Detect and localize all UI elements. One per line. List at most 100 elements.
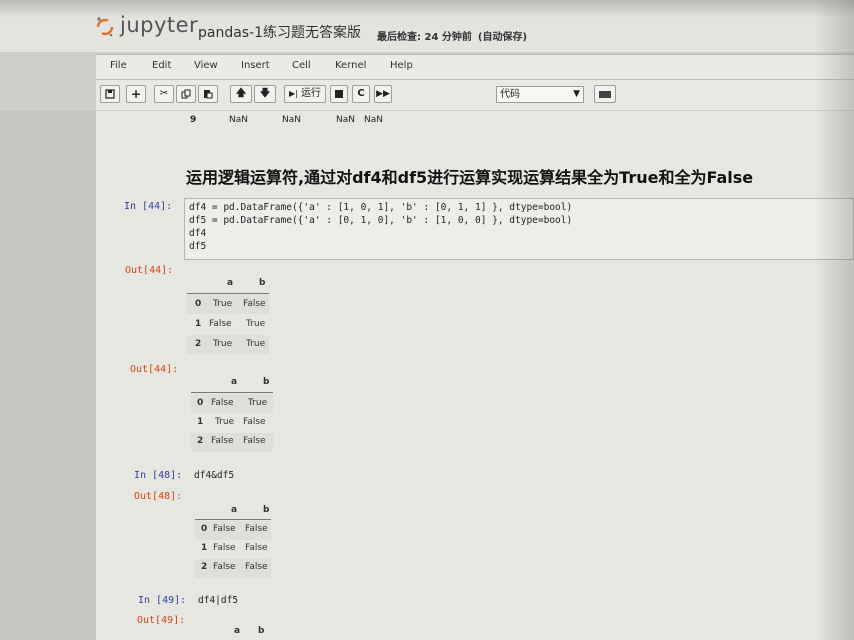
paste-button[interactable]	[198, 85, 218, 103]
toolbar: + ✂ 🡅 🡇 ▶| 运行 C ▶▶ 代码 ▼	[96, 80, 854, 110]
arrow-down-icon: 🡇	[259, 88, 271, 99]
table-cell: False	[245, 562, 268, 572]
prev-cell: NaN	[336, 115, 355, 125]
in-prompt-44: In [44]:	[124, 201, 173, 212]
out-prompt-44b: Out[44]:	[130, 364, 179, 375]
column-header: a	[231, 505, 238, 515]
menu-edit[interactable]: Edit	[152, 60, 171, 71]
in-prompt-49: In [49]:	[138, 595, 187, 606]
checkpoint-label: 最后检查: 24 分钟前	[377, 32, 472, 43]
move-down-button[interactable]: 🡇	[254, 85, 276, 103]
cell-type-select[interactable]: 代码 ▼	[496, 86, 584, 103]
menu-cell[interactable]: Cell	[292, 60, 311, 71]
prev-index: 9	[190, 115, 197, 125]
restart-run-all-button[interactable]: ▶▶	[374, 85, 392, 103]
table-cell: False	[243, 417, 266, 427]
row-index: 0	[195, 299, 202, 309]
menu-insert[interactable]: Insert	[241, 60, 270, 71]
run-icon: ▶|	[288, 89, 298, 98]
save-icon	[105, 89, 115, 99]
stop-button[interactable]	[330, 85, 348, 103]
column-header: a	[227, 278, 234, 288]
row-index: 0	[197, 398, 204, 408]
arrow-up-icon: 🡅	[235, 88, 247, 99]
menu-view[interactable]: View	[194, 60, 218, 71]
column-header: b	[259, 278, 266, 288]
cell-type-value: 代码	[500, 89, 520, 100]
code-line: df4	[189, 228, 207, 239]
code-cell-49[interactable]: df4|df5	[198, 595, 238, 606]
table-cell: False	[209, 319, 232, 329]
column-header: b	[263, 505, 270, 515]
restart-button[interactable]: C	[352, 85, 370, 103]
table-cell: False	[213, 543, 236, 553]
restart-icon: C	[357, 88, 365, 99]
table-cell: False	[213, 524, 236, 534]
code-cell-48[interactable]: df4&df5	[194, 470, 234, 481]
cut-icon: ✂	[159, 88, 169, 99]
column-header: a	[234, 626, 241, 636]
table-cell: True	[215, 417, 235, 427]
prev-cell: NaN	[282, 115, 301, 125]
in-prompt-48: In [48]:	[134, 470, 183, 481]
code-line: df4 = pd.DataFrame({'a' : [1, 0, 1], 'b'…	[189, 202, 573, 213]
run-button[interactable]: ▶| 运行	[284, 85, 326, 103]
table-cell: False	[245, 543, 268, 553]
header-rule	[187, 293, 269, 294]
row-index: 2	[197, 436, 204, 446]
markdown-heading[interactable]: 运用逻辑运算符,通过对df4和df5进行运算实现运算结果全为True和全为Fal…	[186, 164, 753, 188]
table-cell: False	[211, 398, 234, 408]
insert-cell-button[interactable]: +	[126, 85, 146, 103]
column-header: b	[263, 377, 270, 387]
table-cell: True	[248, 398, 268, 408]
copy-button[interactable]	[176, 85, 196, 103]
code-line: df5	[189, 241, 207, 252]
run-label: 运行	[301, 88, 322, 99]
screen-vignette	[814, 0, 854, 640]
table-cell: True	[213, 339, 233, 349]
table-cell: True	[213, 299, 233, 309]
paste-icon	[204, 90, 213, 99]
stop-icon	[335, 90, 343, 98]
out-prompt-49: Out[49]:	[137, 615, 186, 626]
notebook-title[interactable]: pandas-1练习题无答案版	[198, 22, 361, 42]
table-cell: False	[243, 436, 266, 446]
row-index: 1	[201, 543, 208, 553]
menu-help[interactable]: Help	[390, 60, 413, 71]
code-cell-44[interactable]: df4 = pd.DataFrame({'a' : [1, 0, 1], 'b'…	[184, 198, 854, 260]
prev-cell: NaN	[229, 115, 248, 125]
row-index: 0	[201, 524, 208, 534]
row-index: 1	[197, 417, 204, 427]
table-cell: False	[211, 436, 234, 446]
menu-file[interactable]: File	[110, 60, 127, 71]
row-index: 1	[195, 319, 202, 329]
command-palette-button[interactable]	[594, 85, 616, 103]
copy-icon	[181, 89, 191, 99]
code-line: df5 = pd.DataFrame({'a' : [0, 1, 0], 'b'…	[189, 215, 573, 226]
menu-bar: File Edit View Insert Cell Kernel Help	[96, 54, 854, 80]
fast-forward-icon: ▶▶	[376, 89, 390, 99]
page-margin	[0, 111, 96, 640]
header-rule	[191, 392, 273, 393]
plus-icon: +	[130, 87, 142, 101]
keyboard-icon	[599, 91, 611, 98]
autosave-label: (自动保存)	[477, 32, 528, 43]
cut-button[interactable]: ✂	[154, 85, 174, 103]
row-index: 2	[201, 562, 208, 572]
chevron-down-icon: ▼	[573, 89, 580, 99]
prev-cell: NaN	[364, 115, 383, 125]
header-rule	[195, 519, 271, 520]
checkpoint-status: 最后检查: 24 分钟前 (自动保存)	[377, 28, 527, 43]
move-up-button[interactable]: 🡅	[230, 85, 252, 103]
column-header: a	[231, 377, 238, 387]
column-header: b	[258, 626, 265, 636]
table-cell: False	[243, 299, 266, 309]
table-cell: True	[246, 319, 266, 329]
row-index: 2	[195, 339, 202, 349]
menu-kernel[interactable]: Kernel	[335, 60, 366, 71]
save-button[interactable]	[100, 85, 120, 103]
table-cell: True	[246, 339, 266, 349]
jupyter-logo-icon	[96, 17, 114, 37]
out-prompt-48: Out[48]:	[134, 491, 183, 502]
table-cell: False	[245, 524, 268, 534]
